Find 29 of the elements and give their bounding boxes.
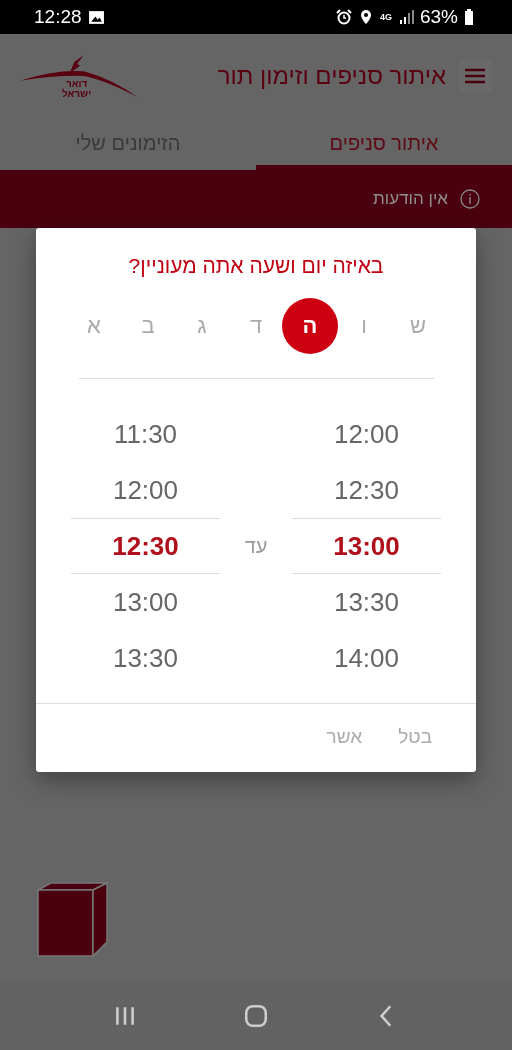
time-option[interactable]: 12:30 — [292, 462, 441, 518]
time-option[interactable]: 12:00 — [292, 406, 441, 462]
menu-icon — [465, 68, 485, 84]
until-label: עד — [243, 534, 269, 558]
day-option[interactable]: ה — [282, 298, 338, 354]
battery-icon — [464, 9, 474, 25]
clock-time: 12:28 — [34, 6, 82, 28]
image-icon — [87, 9, 105, 25]
network-type: 4G — [379, 12, 392, 22]
alarm-icon — [335, 9, 352, 25]
time-option[interactable]: 12:30 — [71, 518, 220, 574]
time-option[interactable]: 11:30 — [71, 406, 220, 462]
battery-percent: 63% — [419, 6, 458, 28]
home-icon[interactable] — [243, 1003, 269, 1029]
notice-text: אין הודעות — [373, 189, 448, 209]
menu-button[interactable] — [458, 59, 492, 93]
app-title: איתור סניפים וזימון תור — [217, 62, 446, 90]
info-icon — [460, 189, 480, 209]
signal-icon — [397, 9, 414, 25]
time-option[interactable]: 12:00 — [71, 462, 220, 518]
time-option[interactable]: 13:00 — [292, 518, 441, 574]
dialog-title: באיזה יום ושעה אתה מעוניין? — [128, 254, 384, 278]
logo-text: דואר — [65, 79, 88, 89]
time-option[interactable]: 14:00 — [292, 630, 441, 686]
logo-text: ישראל — [62, 89, 92, 99]
time-option[interactable]: 13:30 — [292, 574, 441, 630]
time-option[interactable]: 13:00 — [71, 574, 220, 630]
time-option[interactable]: 13:30 — [71, 630, 220, 686]
package-icon[interactable] — [37, 882, 109, 958]
